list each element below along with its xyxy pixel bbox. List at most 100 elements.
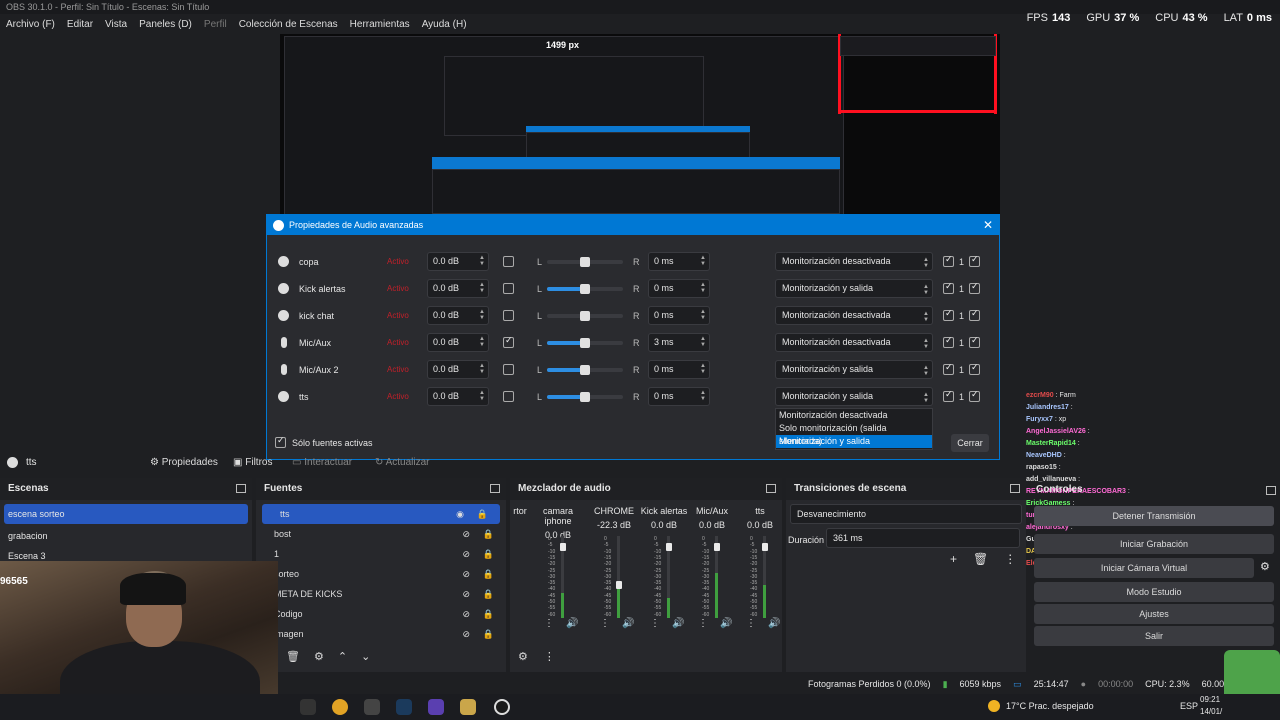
- only-active-checkbox[interactable]: Sólo fuentes activas: [275, 435, 373, 448]
- monitor-option-off[interactable]: Monitorización desactivada: [776, 409, 932, 422]
- volume-fader[interactable]: [560, 542, 566, 551]
- delete-source-icon[interactable]: 🗑: [286, 650, 300, 663]
- sync-offset-input[interactable]: 0 ms ▲ ▼: [648, 306, 710, 325]
- spin-arrows-icon[interactable]: ▲ ▼: [479, 282, 485, 294]
- channel-menu-icon[interactable]: ⋮: [544, 618, 554, 629]
- steam-icon[interactable]: [396, 699, 412, 715]
- lock-icon[interactable]: 🔒: [483, 524, 494, 544]
- track-checkbox[interactable]: [943, 389, 954, 402]
- track-checkbox[interactable]: [969, 281, 980, 294]
- menu-ayuda[interactable]: Ayuda (H): [422, 19, 467, 30]
- mono-checkbox[interactable]: [503, 283, 514, 294]
- balance-thumb[interactable]: [580, 392, 590, 402]
- filters-button[interactable]: ▣ Filtros: [233, 457, 272, 468]
- lock-icon[interactable]: 🔒: [483, 544, 494, 564]
- source-item[interactable]: imagen ⊘ 🔒: [256, 624, 506, 644]
- balance-slider[interactable]: [547, 338, 623, 348]
- eye-hidden-icon[interactable]: ⊘: [462, 584, 470, 604]
- lock-icon[interactable]: 🔒: [483, 604, 494, 624]
- lock-icon[interactable]: 🔒: [477, 504, 488, 524]
- lock-icon[interactable]: 🔒: [483, 564, 494, 584]
- duration-input[interactable]: 361 ms: [826, 528, 1020, 548]
- settings-button[interactable]: Ajustes: [1034, 604, 1274, 624]
- channel-menu-icon[interactable]: ⋮: [650, 618, 660, 629]
- scene-item[interactable]: grabacion: [0, 526, 252, 546]
- spin-arrows-icon[interactable]: ▲ ▼: [479, 336, 485, 348]
- scene-item[interactable]: escena sorteo: [4, 504, 248, 524]
- studio-mode-button[interactable]: Modo Estudio: [1034, 582, 1274, 602]
- source-item[interactable]: bost ⊘ 🔒: [256, 524, 506, 544]
- eye-hidden-icon[interactable]: ⊘: [462, 564, 470, 584]
- spin-arrows-icon[interactable]: ▲ ▼: [700, 390, 706, 402]
- sync-offset-input[interactable]: 0 ms ▲ ▼: [648, 252, 710, 271]
- speaker-icon[interactable]: 🔊: [720, 618, 732, 629]
- track-checkbox[interactable]: [969, 254, 980, 267]
- balance-slider[interactable]: [547, 257, 623, 267]
- menu-vista[interactable]: Vista: [105, 19, 127, 30]
- sync-offset-input[interactable]: 0 ms ▲ ▼: [648, 387, 710, 406]
- undock-icon[interactable]: [766, 484, 776, 493]
- spin-arrows-icon[interactable]: ▲ ▼: [700, 336, 706, 348]
- mono-checkbox[interactable]: [503, 391, 514, 402]
- track-checkbox[interactable]: [943, 281, 954, 294]
- virtual-cam-settings-icon[interactable]: ⚙: [1260, 560, 1270, 573]
- source-item[interactable]: 1 ⊘ 🔒: [256, 544, 506, 564]
- volume-input[interactable]: 0.0 dB ▲ ▼: [427, 279, 489, 298]
- lock-icon[interactable]: 🔒: [483, 624, 494, 644]
- undock-icon[interactable]: [490, 484, 500, 493]
- source-item[interactable]: sorteo ⊘ 🔒: [256, 564, 506, 584]
- channel-menu-icon[interactable]: ⋮: [746, 618, 756, 629]
- volume-fader[interactable]: [666, 542, 672, 551]
- balance-slider[interactable]: [547, 311, 623, 321]
- monitoring-select[interactable]: Monitorización y salida ▲ ▼: [775, 360, 933, 379]
- spin-arrows-icon[interactable]: ▲ ▼: [479, 309, 485, 321]
- balance-thumb[interactable]: [580, 284, 590, 294]
- speaker-muted-icon[interactable]: 🔊: [622, 618, 634, 629]
- app-icon[interactable]: [428, 699, 444, 715]
- track-checkbox[interactable]: [969, 335, 980, 348]
- monitor-option-output[interactable]: Monitorización y salida: [776, 435, 932, 448]
- spin-arrows-icon[interactable]: ▲ ▼: [700, 363, 706, 375]
- source-settings-icon[interactable]: ⚙: [314, 650, 324, 663]
- track-checkbox[interactable]: [943, 308, 954, 321]
- transition-select[interactable]: Desvanecimiento: [790, 504, 1022, 524]
- volume-input[interactable]: 0.0 dB ▲ ▼: [427, 306, 489, 325]
- mixer-settings-icon[interactable]: ⚙: [518, 650, 528, 663]
- start-virtual-cam-button[interactable]: Iniciar Cámara Virtual: [1034, 558, 1254, 578]
- close-icon[interactable]: ✕: [983, 218, 993, 232]
- sync-offset-input[interactable]: 0 ms ▲ ▼: [648, 279, 710, 298]
- undock-icon[interactable]: [1010, 484, 1020, 493]
- channel-menu-icon[interactable]: ⋮: [698, 618, 708, 629]
- obs-taskbar-icon[interactable]: [494, 699, 510, 715]
- menu-herramientas[interactable]: Herramientas: [350, 19, 410, 30]
- speaker-icon[interactable]: 🔊: [768, 618, 780, 629]
- mixer-menu-icon[interactable]: ⋮: [544, 650, 555, 663]
- transition-menu-icon[interactable]: ⋮: [1004, 552, 1016, 566]
- balance-slider[interactable]: [547, 284, 623, 294]
- spin-arrows-icon[interactable]: ▲ ▼: [479, 390, 485, 402]
- volume-input[interactable]: 0.0 dB ▲ ▼: [427, 252, 489, 271]
- lock-icon[interactable]: 🔒: [483, 584, 494, 604]
- menu-perfil[interactable]: Perfil: [204, 19, 227, 30]
- spin-arrows-icon[interactable]: ▲ ▼: [479, 255, 485, 267]
- app-icon[interactable]: [300, 699, 316, 715]
- menu-coleccion-escenas[interactable]: Colección de Escenas: [239, 19, 338, 30]
- eye-icon[interactable]: ◉: [456, 504, 464, 524]
- monitoring-select[interactable]: Monitorización y salida ▲ ▼: [775, 279, 933, 298]
- source-item[interactable]: META DE KICKS ⊘ 🔒: [256, 584, 506, 604]
- volume-input[interactable]: 0.0 dB ▲ ▼: [427, 387, 489, 406]
- undock-icon[interactable]: [1266, 486, 1276, 495]
- track-checkbox[interactable]: [969, 362, 980, 375]
- mono-checkbox[interactable]: [503, 335, 514, 348]
- sync-offset-input[interactable]: 0 ms ▲ ▼: [648, 360, 710, 379]
- spin-arrows-icon[interactable]: ▲ ▼: [700, 309, 706, 321]
- add-transition-icon[interactable]: +: [950, 552, 957, 566]
- properties-button[interactable]: ⚙ Propiedades: [150, 457, 218, 468]
- source-item[interactable]: tts ◉ 🔒: [262, 504, 500, 524]
- monitoring-select[interactable]: Monitorización desactivada ▲ ▼: [775, 252, 933, 271]
- mono-checkbox[interactable]: [503, 256, 514, 267]
- spin-arrows-icon[interactable]: ▲ ▼: [700, 282, 706, 294]
- volume-fader[interactable]: [762, 542, 768, 551]
- chrome-icon[interactable]: [332, 699, 348, 715]
- balance-thumb[interactable]: [580, 338, 590, 348]
